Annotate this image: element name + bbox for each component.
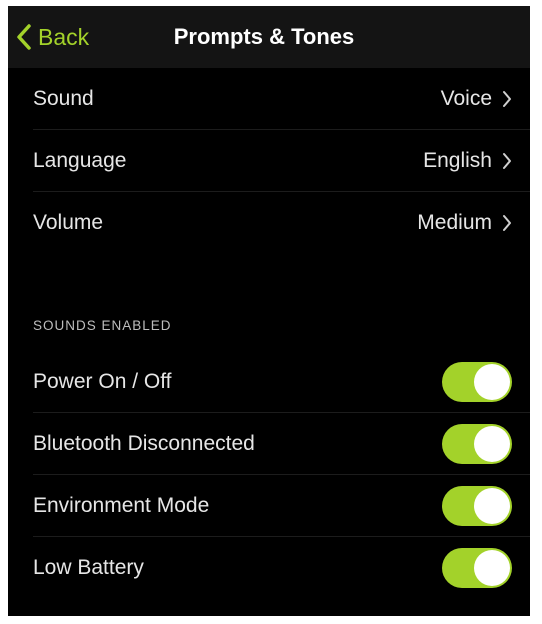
toggle-row-environment: Environment Mode bbox=[8, 475, 530, 537]
toggle-label: Power On / Off bbox=[33, 370, 172, 393]
toggle-row-bluetooth: Bluetooth Disconnected bbox=[8, 413, 530, 475]
setting-label: Sound bbox=[33, 87, 94, 110]
power-on-off-toggle[interactable] bbox=[442, 362, 512, 402]
environment-mode-toggle[interactable] bbox=[442, 486, 512, 526]
toggle-row-low-battery: Low Battery bbox=[8, 537, 530, 599]
chevron-left-icon bbox=[16, 23, 32, 51]
toggle-row-power: Power On / Off bbox=[8, 351, 530, 413]
toggle-knob bbox=[474, 550, 510, 586]
toggle-knob bbox=[474, 426, 510, 462]
toggle-knob bbox=[474, 364, 510, 400]
navigation-bar: Prompts & Tones Back bbox=[8, 6, 530, 68]
low-battery-toggle[interactable] bbox=[442, 548, 512, 588]
setting-row-volume[interactable]: Volume Medium bbox=[8, 192, 530, 254]
setting-label: Language bbox=[33, 149, 127, 172]
toggle-label: Environment Mode bbox=[33, 494, 210, 517]
setting-value: Voice bbox=[440, 87, 492, 110]
chevron-right-icon bbox=[502, 90, 512, 108]
bluetooth-disconnected-toggle[interactable] bbox=[442, 424, 512, 464]
app-screen: Prompts & Tones Back Sound Voice Languag… bbox=[8, 6, 530, 616]
section-header-sounds-enabled: SOUNDS ENABLED bbox=[33, 318, 172, 333]
chevron-right-icon bbox=[502, 152, 512, 170]
setting-row-sound[interactable]: Sound Voice bbox=[8, 68, 530, 130]
toggle-label: Bluetooth Disconnected bbox=[33, 432, 255, 455]
setting-value: Medium bbox=[417, 211, 492, 234]
chevron-right-icon bbox=[502, 214, 512, 232]
toggle-label: Low Battery bbox=[33, 556, 144, 579]
toggle-knob bbox=[474, 488, 510, 524]
setting-row-language[interactable]: Language English bbox=[8, 130, 530, 192]
setting-label: Volume bbox=[33, 211, 104, 234]
setting-value: English bbox=[423, 149, 492, 172]
back-button[interactable]: Back bbox=[16, 6, 89, 68]
back-label: Back bbox=[38, 23, 90, 50]
